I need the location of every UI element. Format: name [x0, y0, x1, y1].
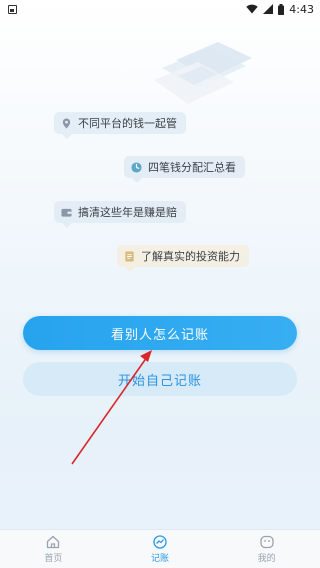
view-others-button[interactable]: 看别人怎么记账 [23, 316, 297, 350]
tab-bookkeeping[interactable]: 记账 [125, 534, 195, 564]
feature-bubble-label: 搞清这些年是赚是赔 [78, 206, 177, 219]
feature-bubble-allocation: 四笔钱分配汇总看 [124, 156, 245, 183]
start-bookkeeping-button[interactable]: 开始自己记账 [23, 362, 297, 396]
feature-bubble-platforms: 不同平台的钱一起管 [54, 112, 186, 139]
paper-illustration [154, 42, 252, 104]
status-time: 4:43 [289, 2, 314, 16]
smiley-icon [259, 535, 274, 548]
chart-icon [153, 534, 167, 549]
app-notification-icon [8, 4, 17, 14]
battery-icon [278, 3, 285, 15]
bottom-tab-bar: 首页 记账 我的 [0, 529, 320, 568]
tab-mine[interactable]: 我的 [232, 535, 302, 564]
feature-bubble-label: 四笔钱分配汇总看 [148, 161, 236, 174]
tab-label: 我的 [257, 553, 276, 564]
tab-label: 首页 [44, 553, 63, 564]
location-pin-icon [62, 117, 71, 129]
pie-clock-icon [131, 161, 142, 173]
status-bar: 4:43 [0, 0, 320, 18]
feature-bubble-label: 不同平台的钱一起管 [78, 117, 177, 130]
wallet-icon [61, 208, 72, 217]
home-icon [47, 535, 60, 548]
feature-bubble-profit: 搞清这些年是赚是赔 [54, 201, 186, 228]
feature-bubble-ability: 了解真实的投资能力 [117, 245, 249, 272]
tab-label: 记账 [150, 553, 169, 564]
document-icon [125, 250, 134, 262]
cell-signal-icon [263, 4, 274, 14]
wifi-icon [246, 4, 258, 14]
status-left [8, 4, 17, 14]
feature-bubble-label: 了解真实的投资能力 [141, 250, 240, 263]
tab-home[interactable]: 首页 [18, 535, 88, 564]
status-right: 4:43 [246, 3, 314, 16]
